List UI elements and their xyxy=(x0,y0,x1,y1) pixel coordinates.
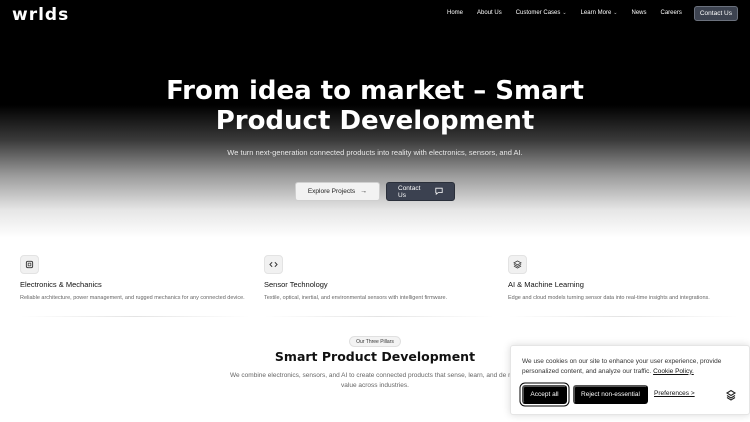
nav-item-home[interactable]: Home xyxy=(447,10,463,16)
nav-item-careers[interactable]: Careers xyxy=(661,10,682,16)
nav-item-label: Home xyxy=(447,10,464,16)
nav-contact-button[interactable]: Contact Us xyxy=(693,5,738,21)
nav-item-customer-cases[interactable]: Customer Cases ⌄ xyxy=(516,10,567,16)
layers-icon xyxy=(508,255,527,274)
arrow-right-icon: → xyxy=(360,188,368,195)
hero-title: From idea to market – Smart Product Deve… xyxy=(0,76,750,136)
nav-item-news[interactable]: News xyxy=(631,10,646,16)
feature-card: Sensor Technology Textile, optical, iner… xyxy=(264,255,489,302)
cookie-text: We use cookies on our site to enhance yo… xyxy=(522,357,740,376)
chip-icon xyxy=(20,255,39,274)
button-label: Contact Us xyxy=(398,184,421,199)
feature-card: AI & Machine Learning Edge and cloud mod… xyxy=(508,255,733,302)
nav-item-learn-more[interactable]: Learn More ⌄ xyxy=(581,10,618,16)
divider xyxy=(20,316,250,317)
divider xyxy=(264,316,494,317)
chevron-down-icon: ⌄ xyxy=(562,10,567,16)
feature-title: Sensor Technology xyxy=(264,280,328,289)
cookie-banner: We use cookies on our site to enhance yo… xyxy=(510,345,750,415)
explore-projects-button[interactable]: Explore Projects → xyxy=(295,182,380,201)
nav-item-label: About Us xyxy=(477,10,502,16)
badge-label: Our Three Pillars xyxy=(349,336,401,347)
accept-all-button[interactable]: Accept all xyxy=(522,385,567,404)
feature-title: AI & Machine Learning xyxy=(508,280,584,289)
reject-non-essential-button[interactable]: Reject non-essential xyxy=(573,385,648,404)
nav-item-label: Customer Cases xyxy=(515,10,561,16)
preferences-link[interactable]: Preferences > xyxy=(654,390,695,397)
nav-item-label: Careers xyxy=(660,10,682,16)
cookieyes-logo-icon[interactable] xyxy=(725,389,737,401)
feature-description: Reliable architecture, power management,… xyxy=(20,295,245,301)
brand-logo[interactable]: wrlds xyxy=(12,5,69,25)
cookie-policy-link[interactable]: Cookie Policy. xyxy=(653,368,694,375)
section-description: We combine electronics, sensors, and AI … xyxy=(229,372,521,389)
chevron-down-icon: ⌄ xyxy=(613,10,618,16)
contact-us-button[interactable]: Contact Us xyxy=(386,182,455,201)
nav-item-label: Learn More xyxy=(580,10,612,16)
hero-buttons: Explore Projects → Contact Us xyxy=(0,182,750,201)
button-label: Explore Projects xyxy=(307,188,356,195)
hero-title-line: From idea to market – Smart xyxy=(166,76,584,106)
top-nav: Home About Us Customer Cases ⌄ Learn More… xyxy=(433,5,738,21)
hero-subtitle: We turn next-generation connected produc… xyxy=(227,148,523,157)
feature-description: Textile, optical, inertial, and environm… xyxy=(264,295,448,301)
feature-description: Edge and cloud models turning sensor dat… xyxy=(508,295,710,301)
nav-item-about[interactable]: About Us xyxy=(477,10,502,16)
code-icon xyxy=(264,255,283,274)
feature-title: Electronics & Mechanics xyxy=(20,280,102,289)
message-icon xyxy=(435,187,443,197)
divider xyxy=(508,316,738,317)
nav-item-label: News xyxy=(631,10,647,16)
hero-title-line: Product Development xyxy=(215,106,535,136)
feature-card: Electronics & Mechanics Reliable archite… xyxy=(20,255,245,302)
